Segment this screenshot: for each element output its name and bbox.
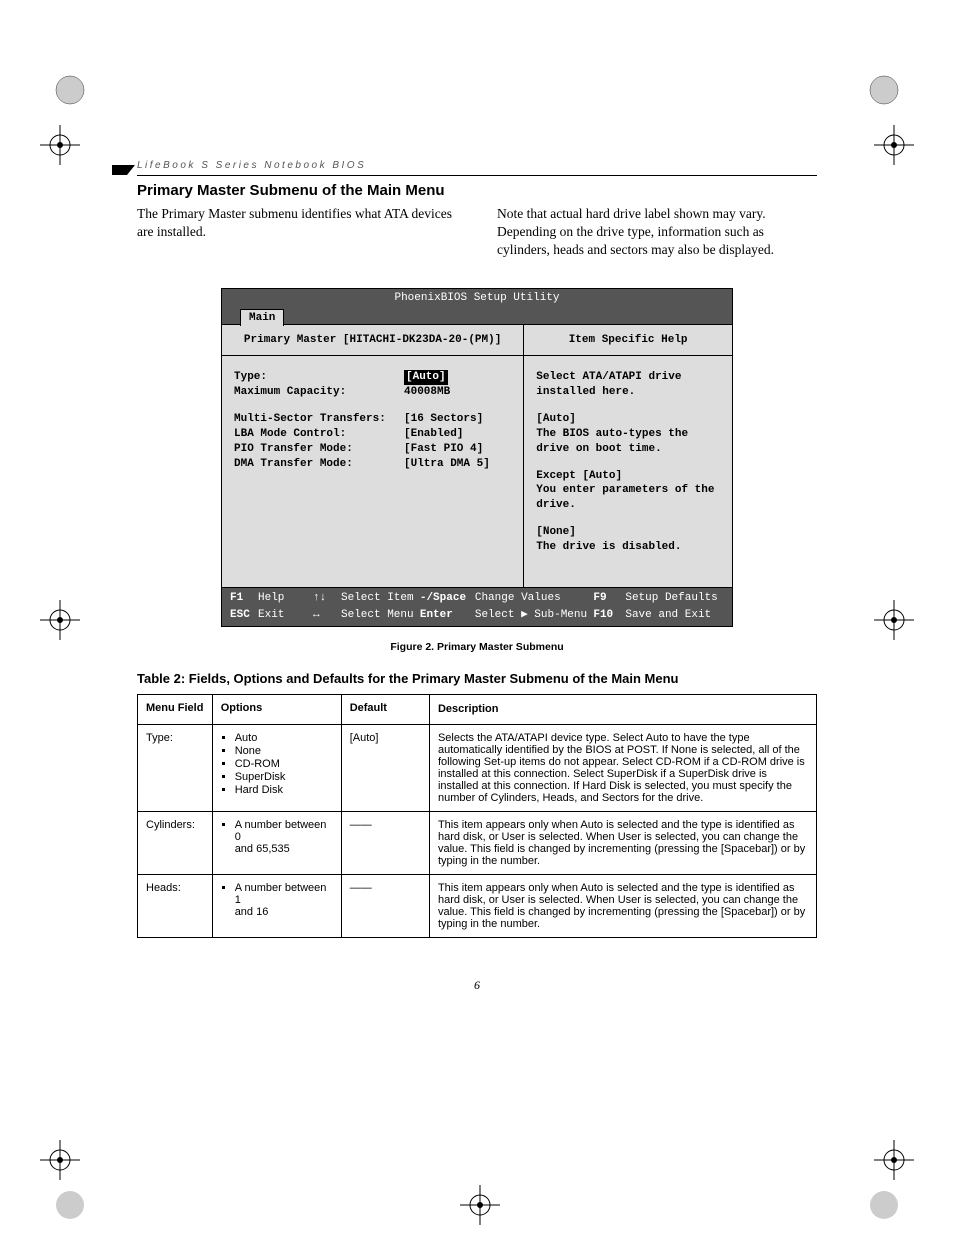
- field-label: LBA Mode Control:: [234, 427, 404, 442]
- table-header-row: Menu Field Options Default Description: [138, 695, 817, 725]
- key-arrows-ud-icon: ↑↓: [313, 591, 341, 606]
- bios-tab-main[interactable]: Main: [240, 309, 284, 327]
- key-action: Help: [258, 591, 313, 606]
- cell-description: This item appears only when Auto is sele…: [429, 812, 816, 875]
- register-mark-icon: [40, 1140, 80, 1180]
- option-item: A number between1and 16: [235, 882, 333, 918]
- figure-caption: Figure 2. Primary Master Submenu: [137, 641, 817, 653]
- cell-default: ——: [341, 812, 429, 875]
- field-value[interactable]: [Ultra DMA 5]: [404, 457, 490, 472]
- key-minus-space: -/Space: [420, 591, 475, 606]
- register-mark-icon: [40, 125, 80, 165]
- bios-field-multisector[interactable]: Multi-Sector Transfers: [16 Sectors]: [234, 412, 511, 427]
- help-line: [Auto]The BIOS auto-types the drive on b…: [536, 412, 720, 457]
- help-line: [None]The drive is disabled.: [536, 525, 720, 555]
- option-item: CD-ROM: [235, 758, 333, 770]
- table-row: Cylinders: A number between0and 65,535——T…: [138, 812, 817, 875]
- bios-help-text: Select ATA/ATAPI drive installed here. […: [524, 356, 732, 586]
- col-options: Options: [212, 695, 341, 725]
- bios-tabbar: Main: [221, 308, 733, 324]
- col-default: Default: [341, 695, 429, 725]
- help-line: Except [Auto]You enter parameters of the…: [536, 469, 720, 514]
- cell-description: Selects the ATA/ATAPI device type. Selec…: [429, 725, 816, 812]
- crop-mark-icon: [50, 70, 90, 110]
- key-action: Select ▶ Sub-Menu: [475, 608, 593, 623]
- key-esc: ESC: [230, 608, 258, 623]
- crop-mark-icon: [50, 1185, 90, 1225]
- option-item: A number between0and 65,535: [235, 819, 333, 855]
- table-title: Table 2: Fields, Options and Defaults fo…: [137, 671, 817, 686]
- bios-field-max-capacity: Maximum Capacity: 40008MB: [234, 385, 511, 400]
- bios-field-dma[interactable]: DMA Transfer Mode: [Ultra DMA 5]: [234, 457, 511, 472]
- register-mark-icon: [874, 600, 914, 640]
- cell-default: [Auto]: [341, 725, 429, 812]
- key-action: Select Menu: [341, 608, 420, 623]
- col-menu-field: Menu Field: [138, 695, 213, 725]
- cell-menu-field: Type:: [138, 725, 213, 812]
- register-mark-icon: [874, 1140, 914, 1180]
- register-mark-icon: [460, 1185, 500, 1225]
- page-number: 6: [137, 978, 817, 993]
- cell-options: AutoNoneCD-ROMSuperDiskHard Disk: [212, 725, 341, 812]
- cell-options: A number between0and 65,535: [212, 812, 341, 875]
- cell-menu-field: Cylinders:: [138, 812, 213, 875]
- field-label: Multi-Sector Transfers:: [234, 412, 404, 427]
- bios-field-type[interactable]: Type: [Auto]: [234, 370, 511, 385]
- field-value-selected[interactable]: [Auto]: [404, 370, 448, 385]
- option-item: None: [235, 745, 333, 757]
- register-mark-icon: [40, 600, 80, 640]
- key-f9: F9: [593, 591, 625, 606]
- key-enter: Enter: [420, 608, 475, 623]
- intro-paragraph-left: The Primary Master submenu identifies wh…: [137, 205, 457, 260]
- crop-mark-icon: [864, 70, 904, 110]
- field-value[interactable]: [Enabled]: [404, 427, 463, 442]
- crop-mark-icon: [864, 1185, 904, 1225]
- key-action: Setup Defaults: [625, 591, 724, 606]
- key-action: Change Values: [475, 591, 593, 606]
- options-table: Menu Field Options Default Description T…: [137, 694, 817, 938]
- intro-paragraph-right: Note that actual hard drive label shown …: [497, 205, 817, 260]
- field-value[interactable]: [Fast PIO 4]: [404, 442, 483, 457]
- bios-screenshot: PhoenixBIOS Setup Utility Main Primary M…: [221, 288, 733, 628]
- bios-footer: F1 Help ↑↓ Select Item -/Space Change Va…: [221, 588, 733, 628]
- section-title: Primary Master Submenu of the Main Menu: [137, 182, 817, 199]
- field-label: PIO Transfer Mode:: [234, 442, 404, 457]
- key-arrows-lr-icon: ↔: [313, 608, 341, 623]
- bios-left-header: Primary Master [HITACHI-DK23DA-20-(PM)]: [222, 325, 523, 357]
- cell-default: ——: [341, 875, 429, 938]
- table-row: Type:AutoNoneCD-ROMSuperDiskHard Disk[Au…: [138, 725, 817, 812]
- field-value[interactable]: [16 Sectors]: [404, 412, 483, 427]
- cell-description: This item appears only when Auto is sele…: [429, 875, 816, 938]
- option-item: SuperDisk: [235, 771, 333, 783]
- register-mark-icon: [874, 125, 914, 165]
- key-action: Save and Exit: [625, 608, 724, 623]
- table-row: Heads: A number between1and 16——This item…: [138, 875, 817, 938]
- bios-field-lba[interactable]: LBA Mode Control: [Enabled]: [234, 427, 511, 442]
- bios-field-pio[interactable]: PIO Transfer Mode: [Fast PIO 4]: [234, 442, 511, 457]
- bios-title: PhoenixBIOS Setup Utility: [221, 288, 733, 308]
- option-item: Hard Disk: [235, 784, 333, 796]
- cell-menu-field: Heads:: [138, 875, 213, 938]
- key-f1: F1: [230, 591, 258, 606]
- field-label: Maximum Capacity:: [234, 385, 404, 400]
- key-f10: F10: [593, 608, 625, 623]
- bios-help-header: Item Specific Help: [524, 325, 732, 357]
- key-action: Select Item: [341, 591, 420, 606]
- cell-options: A number between1and 16: [212, 875, 341, 938]
- field-label: Type:: [234, 370, 404, 385]
- option-item: Auto: [235, 732, 333, 744]
- field-value: 40008MB: [404, 385, 450, 400]
- help-line: Select ATA/ATAPI drive installed here.: [536, 370, 720, 400]
- col-description: Description: [429, 695, 816, 725]
- field-label: DMA Transfer Mode:: [234, 457, 404, 472]
- running-head: LifeBook S Series Notebook BIOS: [137, 160, 817, 176]
- key-action: Exit: [258, 608, 313, 623]
